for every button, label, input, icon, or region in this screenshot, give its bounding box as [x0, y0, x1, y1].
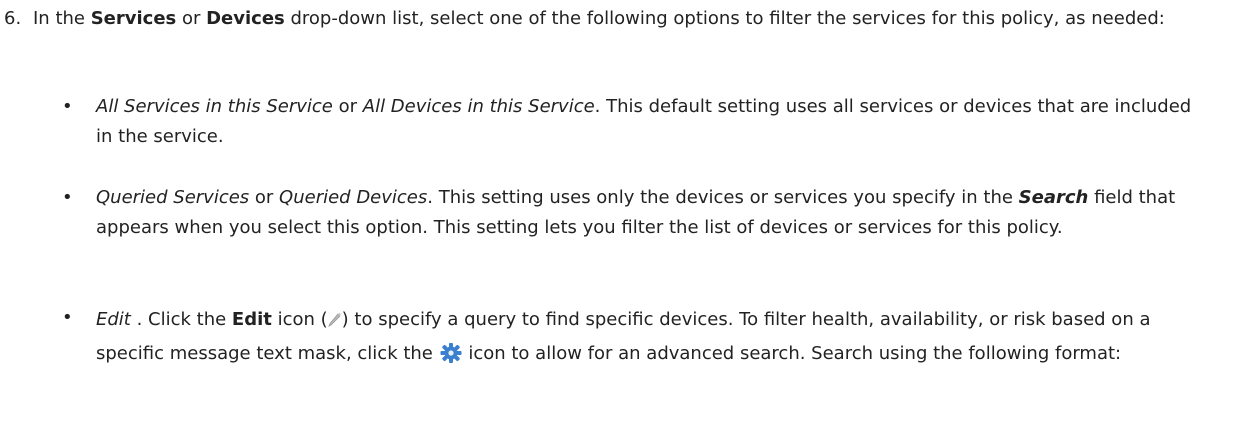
- text-part: icon (: [271, 309, 328, 330]
- option-all-services: All Services in this Service: [96, 96, 333, 117]
- option-queried-services: Queried Services: [96, 187, 250, 208]
- step-text-part: In the: [33, 8, 91, 29]
- devices-term: Devices: [206, 8, 285, 29]
- pencil-icon: [327, 305, 342, 327]
- list-item-text: Edit . Click the Edit icon () to specify…: [96, 303, 1212, 371]
- option-all-devices: All Devices in this Service: [362, 96, 595, 117]
- services-term: Services: [90, 8, 177, 29]
- edit-term: Edit: [231, 309, 272, 330]
- step-6: 6. In the Services or Devices drop-down …: [4, 4, 1219, 34]
- bullet: •: [62, 187, 73, 208]
- text-part: or: [249, 187, 280, 208]
- document-page: 6. In the Services or Devices drop-down …: [0, 0, 1235, 430]
- search-term: Search: [1018, 187, 1089, 208]
- bullet: •: [62, 96, 73, 117]
- list-item-queried: • Queried Services or Queried Devices. T…: [62, 183, 1212, 243]
- step-text-part: or: [176, 8, 207, 29]
- bullet: •: [62, 307, 73, 328]
- text-part: or: [332, 96, 363, 117]
- option-edit: Edit: [96, 309, 131, 330]
- text-part: . This setting uses only the devices or …: [427, 187, 1019, 208]
- step-text: In the Services or Devices drop-down lis…: [33, 4, 1219, 34]
- list-item-edit: • Edit . Click the Edit icon () to speci…: [62, 303, 1212, 371]
- step-number: 6.: [4, 8, 22, 29]
- text-part: icon to allow for an advanced search. Se…: [462, 343, 1122, 364]
- list-item-all-services: • All Services in this Service or All De…: [62, 92, 1212, 152]
- step-text-part: drop-down list, select one of the follow…: [284, 8, 1165, 29]
- option-queried-devices: Queried Devices: [279, 187, 428, 208]
- list-item-text: Queried Services or Queried Devices. Thi…: [96, 183, 1212, 243]
- gear-icon: [439, 342, 463, 364]
- text-part: . Click the: [130, 309, 232, 330]
- list-item-text: All Services in this Service or All Devi…: [96, 92, 1212, 152]
